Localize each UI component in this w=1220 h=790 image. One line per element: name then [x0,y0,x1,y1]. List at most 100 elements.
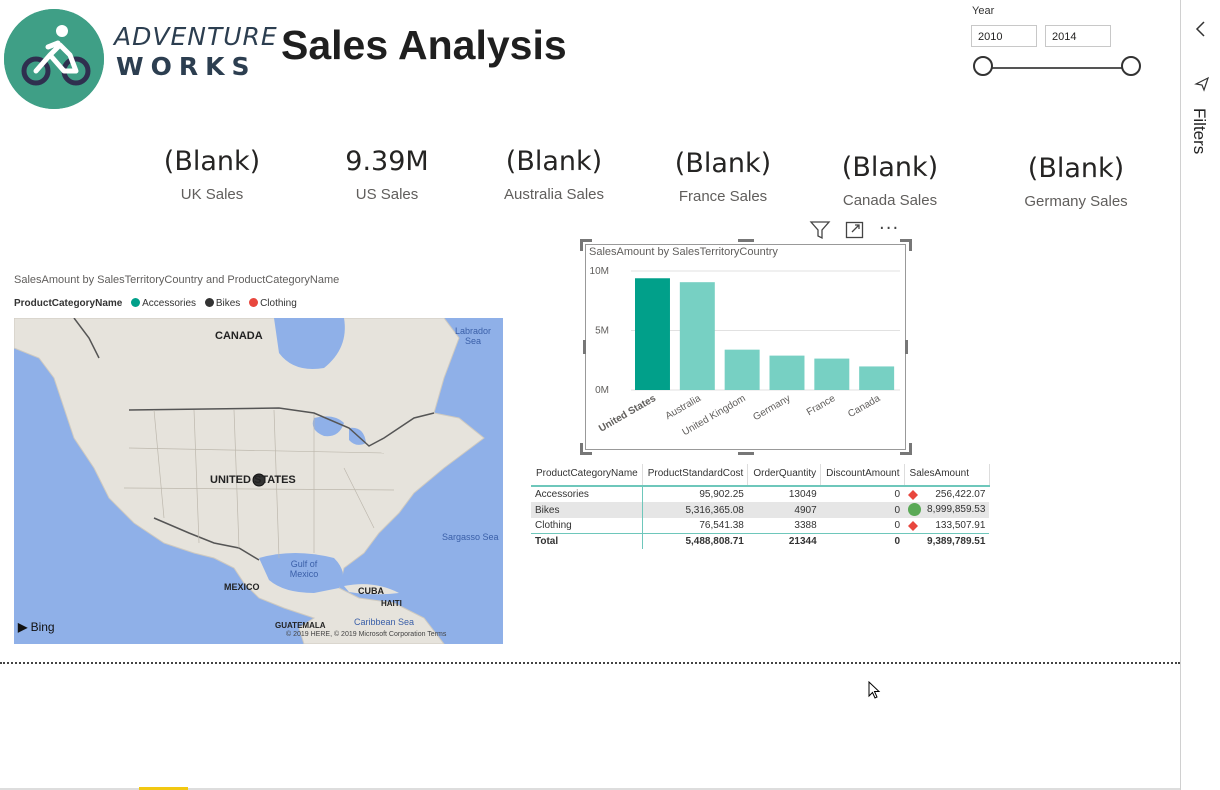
cell-category: Bikes [531,502,643,518]
cell-total-sales-amount: 9,389,789.51 [904,533,990,549]
cell-standard-cost: 5,316,365.08 [642,502,748,518]
kpi-australia-label: Australia Sales [503,186,605,203]
focus-mode-icon[interactable] [845,221,865,239]
header-discount-amount[interactable]: DiscountAmount [820,464,905,487]
kpi-germany-label: Germany Sales [1024,193,1128,210]
header-product-category[interactable]: ProductCategoryName [531,464,643,487]
brand-name-line2: WORKS [116,52,257,81]
map-label-mexico: MEXICO [224,582,260,592]
map-label-caribbean-sea: Caribbean Sea [354,617,415,627]
x-tick-label: France [805,393,838,418]
kpi-canada-label: Canada Sales [842,192,938,209]
cell-discount: 0 [894,489,901,500]
x-tick-label: United States [597,393,658,435]
map-label-canada: CANADA [215,330,263,342]
map-label-us: UNITED STATES [210,474,296,486]
chevron-left-icon[interactable] [1194,20,1208,38]
cell-sales-amount: 256,422.07 [904,486,989,502]
legend-accessories-swatch [131,298,141,307]
kpi-canada-value: (Blank) [841,152,939,183]
filters-pane-label[interactable]: Filters [1189,108,1209,154]
map-label-gulf-of-mexico: Gulf of Mexico [289,559,319,579]
bar-united-states[interactable] [635,278,670,390]
cell-category: Clothing [531,518,643,534]
kpi-us-label: US Sales [355,186,419,203]
page-title: Sales Analysis [281,22,567,68]
legend-title: ProductCategoryName [14,298,123,309]
table-row[interactable]: Clothing 76,541.38 3388 0 133,507.91 [531,518,989,534]
header-standard-cost[interactable]: ProductStandardCost [642,464,749,487]
bing-logo: ▶ Bing [18,620,55,634]
y-tick-label: 0M [595,385,609,396]
sales-table: ProductCategoryName ProductStandardCost … [531,464,990,549]
cell-discount: 0 [820,502,905,518]
kpi-france-value: (Blank) [674,148,772,179]
kpi-australia-value: (Blank) [505,146,603,177]
bar-canada[interactable] [859,366,895,390]
red-diamond-icon [908,521,919,531]
bar-australia[interactable] [679,282,715,390]
cell-order-quantity: 4907 [747,502,821,518]
bar-united-kingdom[interactable] [724,349,760,390]
map-legend: ProductCategoryName Accessories Bikes Cl… [14,298,297,309]
red-diamond-icon [908,490,919,500]
kpi-germany-value: (Blank) [1027,153,1125,184]
legend-accessories-label[interactable]: Accessories [142,298,196,309]
green-circle-icon [908,503,922,516]
map-label-haiti: HAITI [381,599,402,608]
x-tick-label: Australia [664,393,704,422]
page-divider [0,662,1180,664]
cell-sales-amount: 8,999,859.53 [904,502,990,518]
visual-filter-icon[interactable] [809,220,831,240]
y-tick-label: 10M [590,266,609,277]
year-slider-track[interactable] [984,67,1132,69]
header-order-quantity[interactable]: OrderQuantity [747,464,822,487]
cell-standard-cost: 95,902.25 [699,489,744,500]
cell-total-standard-cost: 5,488,808.71 [642,533,748,549]
year-from-input[interactable]: 2010 [971,25,1037,47]
year-slider-end-handle[interactable] [1121,56,1141,76]
table-header-row: ProductCategoryName ProductStandardCost … [531,464,990,487]
cell-standard-cost: 76,541.38 [699,520,744,531]
legend-clothing-swatch [249,298,259,307]
map-label-cuba: CUBA [358,586,384,596]
bar-germany[interactable] [769,355,805,390]
header-sales-amount[interactable]: SalesAmount [904,464,990,487]
x-tick-label: Germany [751,393,792,423]
cell-category: Accessories [531,486,643,502]
brand-name-line1: ADVENTURE [114,22,278,51]
x-tick-label: Canada [846,393,882,420]
more-options-icon[interactable]: ··· [879,218,899,239]
kpi-us-value: 9.39M [345,146,429,177]
cell-discount: 0 [894,520,901,531]
mouse-cursor-icon [868,681,881,699]
filter-icon [1194,76,1210,92]
map-title: SalesAmount by SalesTerritoryCountry and… [14,274,340,286]
cell-total-label: Total [531,533,643,549]
map-label-guatemala: GUATEMALA [275,621,326,630]
bar-chart: 0M5M10MUnited States AustraliaUnited King… [590,266,900,438]
map-label-labrador-sea: Labrador Sea [454,326,492,346]
legend-bikes-label[interactable]: Bikes [216,298,240,309]
table-total-row: Total 5,488,808.71 21344 0 9,389,789.51 [531,533,990,549]
year-slider-start-handle[interactable] [973,56,993,76]
map-copyright: © 2019 HERE, © 2019 Microsoft Corporatio… [286,631,447,638]
kpi-uk-value: (Blank) [163,146,261,177]
bar-france[interactable] [814,358,850,390]
y-tick-label: 5M [595,326,609,337]
table-row[interactable]: Accessories 95,902.25 13049 0 256,422.07 [531,486,989,502]
adventure-works-logo [4,9,104,109]
bicycle-icon [4,9,104,109]
map-canvas[interactable]: CANADA UNITED STATES MEXICO CUBA HAITI G… [14,318,503,644]
cell-order-quantity: 13049 [788,489,817,500]
cell-order-quantity: 3388 [794,520,817,531]
year-slicer-label: Year [972,5,995,17]
year-to-input[interactable]: 2014 [1045,25,1111,47]
cell-total-order-quantity: 21344 [747,533,821,549]
kpi-uk-label: UK Sales [180,186,244,203]
cell-total-discount: 0 [820,533,905,549]
map-label-sargasso-sea: Sargasso Sea [442,532,499,542]
legend-clothing-label[interactable]: Clothing [260,298,297,309]
cell-sales-amount: 133,507.91 [904,518,989,534]
table-row[interactable]: Bikes 5,316,365.08 4907 0 8,999,859.53 [531,502,990,518]
